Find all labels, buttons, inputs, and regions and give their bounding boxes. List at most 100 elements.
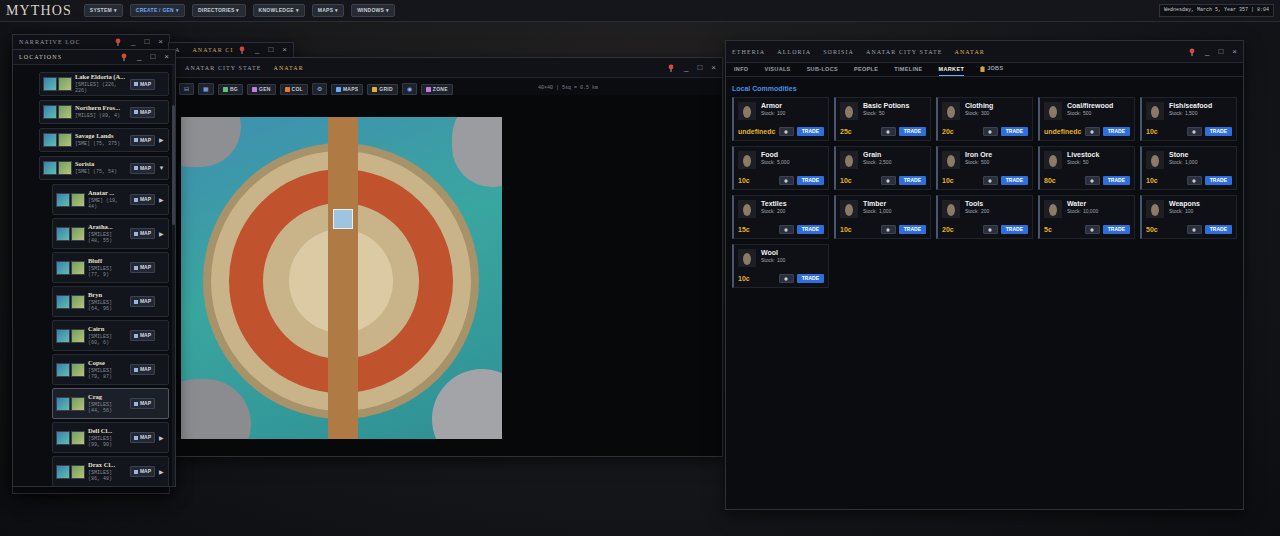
trade-button[interactable]: TRADE <box>899 127 926 136</box>
toolbar-button[interactable]: ▦ <box>198 83 214 95</box>
trade-button[interactable]: TRADE <box>1103 127 1130 136</box>
minimize-button[interactable]: _ <box>255 46 259 54</box>
trade-button[interactable]: TRADE <box>899 176 926 185</box>
location-item[interactable]: Bryn[SMILES] (64, 96)MAP <box>52 286 169 317</box>
trade-button[interactable]: TRADE <box>797 274 824 283</box>
location-item[interactable]: Aratha...[SMILES] (48, 55)MAP▶ <box>52 218 169 249</box>
toolbar-button[interactable]: COL <box>280 84 308 95</box>
maximize-button[interactable]: □ <box>1218 48 1223 56</box>
breadcrumb-item[interactable]: ETHERIA <box>732 49 765 55</box>
trade-button[interactable]: TRADE <box>1205 176 1232 185</box>
location-item[interactable]: Northern Fros...[MILES] (89, 4)MAP <box>39 100 169 124</box>
toolbar-button[interactable]: ZONE <box>421 84 453 95</box>
trade-button[interactable]: TRADE <box>1001 127 1028 136</box>
location-item[interactable]: Savage Lands[SME] (75, 375)MAP▶ <box>39 128 169 152</box>
breadcrumb-item[interactable]: ANATAR CI <box>192 47 233 53</box>
trade-button[interactable]: TRADE <box>797 176 824 185</box>
locations-window[interactable]: LOCATIONS_□×Lake Eldoria (A...[SMILES] (… <box>12 49 176 487</box>
location-item[interactable]: Copse[SMILES] (79, 87)MAP <box>52 354 169 385</box>
info-button[interactable] <box>1187 225 1202 234</box>
expand-toggle[interactable]: ▶ <box>159 137 164 143</box>
breadcrumb-item[interactable]: ANATAR <box>274 65 304 71</box>
location-item[interactable]: Lake Eldoria (A...[SMILES] (226, 226)MAP <box>39 72 169 96</box>
map-button[interactable]: MAP <box>130 398 155 409</box>
scrollbar[interactable] <box>172 65 175 486</box>
location-name[interactable]: Dell Cl... <box>88 427 127 435</box>
trade-button[interactable]: TRADE <box>1205 127 1232 136</box>
map-button[interactable]: MAP <box>130 330 155 341</box>
toolbar-button[interactable]: BG <box>218 84 243 95</box>
expand-toggle[interactable]: ▶ <box>159 197 164 203</box>
close-button[interactable]: × <box>1232 48 1237 56</box>
minimize-button[interactable]: _ <box>131 38 135 46</box>
breadcrumb-item[interactable]: ANATAR CITY STATE <box>185 65 262 71</box>
close-button[interactable]: × <box>282 46 287 54</box>
location-name[interactable]: Northern Fros... <box>75 104 127 112</box>
menu-button[interactable]: MAPS ▾ <box>312 4 344 17</box>
minimize-button[interactable]: _ <box>1205 48 1209 56</box>
minimize-button[interactable]: _ <box>137 53 141 61</box>
trade-button[interactable]: TRADE <box>899 225 926 234</box>
info-button[interactable] <box>1085 127 1100 136</box>
toolbar-button[interactable]: ◉ <box>402 83 417 95</box>
map-button[interactable]: MAP <box>130 262 155 273</box>
info-button[interactable] <box>1085 176 1100 185</box>
map-button[interactable]: MAP <box>130 79 155 90</box>
menu-button[interactable]: SYSTEM ▾ <box>84 4 123 17</box>
location-item[interactable]: Cairn[SMILES] (60, 6)MAP <box>52 320 169 351</box>
trade-button[interactable]: TRADE <box>1205 225 1232 234</box>
map-button[interactable]: MAP <box>130 466 155 477</box>
location-name[interactable]: Anatar ... <box>88 189 127 197</box>
breadcrumb-item[interactable]: SORISIA <box>823 49 854 55</box>
info-button[interactable] <box>881 176 896 185</box>
trade-button[interactable]: TRADE <box>1103 176 1130 185</box>
location-item[interactable]: Drax Cl...[SMILES] (86, 48)MAP▶ <box>52 456 169 486</box>
map-marker[interactable] <box>333 209 353 229</box>
city-map[interactable] <box>181 117 502 439</box>
maximize-button[interactable]: □ <box>268 46 273 54</box>
close-button[interactable]: × <box>711 64 716 72</box>
maximize-button[interactable]: □ <box>150 53 155 61</box>
info-button[interactable] <box>779 225 794 234</box>
location-item[interactable]: Dell Cl...[SMILES] (99, 90)MAP▶ <box>52 422 169 453</box>
app-logo[interactable]: MYTHOS <box>6 4 72 18</box>
menu-button[interactable]: WINDOWS ▾ <box>351 4 395 17</box>
menu-button[interactable]: CREATE / GEN ▾ <box>130 4 185 17</box>
map-button[interactable]: MAP <box>130 228 155 239</box>
info-button[interactable] <box>983 127 998 136</box>
location-name[interactable]: Aratha... <box>88 223 127 231</box>
expand-toggle[interactable]: ▶ <box>159 231 164 237</box>
map-button[interactable]: MAP <box>130 135 155 146</box>
info-button[interactable] <box>1085 225 1100 234</box>
trade-button[interactable]: TRADE <box>797 225 824 234</box>
maximize-button[interactable]: □ <box>144 38 149 46</box>
tab[interactable]: JOBS <box>980 66 1003 76</box>
map-button[interactable]: MAP <box>130 432 155 443</box>
breadcrumb-item[interactable]: ANATAR <box>955 49 985 55</box>
toolbar-button[interactable]: MAPS <box>331 84 363 95</box>
map-button[interactable]: MAP <box>130 194 155 205</box>
location-item[interactable]: Anatar ...[SME] (19, 44)MAP▶ <box>52 184 169 215</box>
toolbar-button[interactable]: GRID <box>367 84 398 95</box>
menu-button[interactable]: KNOWLEDGE ▾ <box>253 4 305 17</box>
location-item[interactable]: Bluff[SMILES] (77, 9)MAP <box>52 252 169 283</box>
info-button[interactable] <box>779 176 794 185</box>
location-name[interactable]: Bryn <box>88 291 127 299</box>
location-name[interactable]: Savage Lands <box>75 132 127 140</box>
expand-toggle[interactable]: ▶ <box>159 435 164 441</box>
trade-button[interactable]: TRADE <box>1103 225 1130 234</box>
toolbar-button[interactable]: ⊟ <box>179 83 194 95</box>
info-button[interactable] <box>881 225 896 234</box>
expand-toggle[interactable]: ▶ <box>159 469 164 475</box>
info-button[interactable] <box>881 127 896 136</box>
maximize-button[interactable]: □ <box>697 64 702 72</box>
tab[interactable]: TIMELINE <box>894 67 922 77</box>
expand-toggle[interactable]: ▼ <box>159 165 165 171</box>
map-button[interactable]: MAP <box>130 107 155 118</box>
toolbar-button[interactable]: GEN <box>247 84 276 95</box>
location-name[interactable]: Sorisia <box>75 160 127 168</box>
toolbar-button[interactable]: ⚙ <box>312 83 327 95</box>
map-button[interactable]: MAP <box>130 364 155 375</box>
trade-button[interactable]: TRADE <box>797 127 824 136</box>
info-button[interactable] <box>983 225 998 234</box>
